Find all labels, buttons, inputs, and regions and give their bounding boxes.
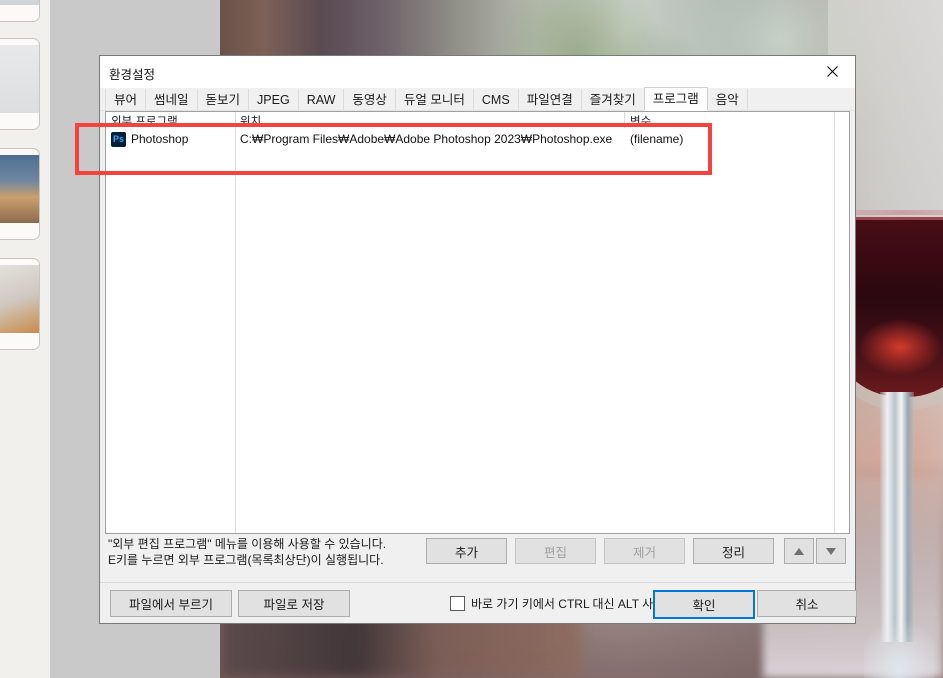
table-row[interactable]: Ps Photoshop C:₩Program Files₩Adobe₩Adob… [106,129,849,151]
load-from-file-button[interactable]: 파일에서 부르기 [110,590,232,617]
preferences-dialog: 환경설정 뷰어 썸네일 돋보기 JPEG RAW 동영상 듀얼 모니터 CMS … [99,55,857,624]
close-icon [827,66,838,77]
tab-magnifier[interactable]: 돋보기 [196,89,250,111]
save-to-file-button[interactable]: 파일로 저장 [238,590,350,617]
thumbnail-item[interactable]: ≡ [0,258,40,350]
thumbnail-image [0,45,39,113]
edit-button[interactable]: 편집 [515,538,596,564]
cell-program-path: C:₩Program Files₩Adobe₩Adobe Photoshop 2… [240,132,613,146]
alt-shortcut-checkbox[interactable] [450,596,465,611]
hint-and-actions-bar: "외부 편집 프로그램" 메뉴를 이용해 사용할 수 있습니다. E키를 누르면… [100,534,855,582]
thumbnail-item[interactable]: ≡ [0,0,40,22]
hint-line-1: "외부 편집 프로그램" 메뉴를 이용해 사용할 수 있습니다. [108,537,387,551]
grid-line [834,128,835,533]
column-separator[interactable] [624,112,625,128]
tab-dual-monitor[interactable]: 듀얼 모니터 [394,89,474,111]
cancel-button[interactable]: 취소 [757,590,857,617]
dialog-titlebar: 환경설정 [100,56,855,88]
cell-program-variable: (filename) [630,132,684,146]
cleanup-button[interactable]: 정리 [693,538,774,564]
column-header-variable[interactable]: 변수 [630,113,651,129]
cell-program-name: Photoshop [131,132,189,146]
tab-thumbnail[interactable]: 썸네일 [145,89,198,111]
tab-cms[interactable]: CMS [472,89,519,111]
thumbnail-image [0,0,39,5]
hint-line-2: E키를 누르면 외부 프로그램(목록최상단)이 실행됩니다. [108,553,384,567]
grid-line [235,128,236,533]
tab-raw[interactable]: RAW [297,89,345,111]
column-separator[interactable] [235,112,236,128]
dialog-footer: 파일에서 부르기 파일로 저장 바로 가기 키에서 CTRL 대신 ALT 사용… [100,582,857,623]
thumbnail-item[interactable]: ≡ [0,148,40,240]
photoshop-icon: Ps [111,132,126,147]
tab-favorites[interactable]: 즐겨찾기 [580,89,645,111]
column-header-program[interactable]: 외부 프로그램 [111,113,178,129]
move-down-button[interactable] [816,538,846,564]
programs-list[interactable]: 외부 프로그램 위치 변수 Ps Photoshop C:₩Program Fi… [105,111,850,534]
arrow-down-icon [826,547,836,555]
alt-shortcut-label: 바로 가기 키에서 CTRL 대신 ALT 사용 [471,597,665,611]
tab-viewer[interactable]: 뷰어 [105,89,147,111]
column-header-location[interactable]: 위치 [240,113,261,129]
add-button[interactable]: 추가 [426,538,507,564]
move-up-button[interactable] [784,538,814,564]
column-separator[interactable] [834,112,835,128]
tab-jpeg[interactable]: JPEG [248,89,299,111]
alt-shortcut-checkbox-row[interactable]: 바로 가기 키에서 CTRL 대신 ALT 사용 [450,595,664,612]
tab-programs[interactable]: 프로그램 [643,87,708,111]
remove-button[interactable]: 제거 [604,538,685,564]
tab-music[interactable]: 음악 [706,89,748,111]
thumbnail-image [0,265,39,333]
ok-button[interactable]: 확인 [653,590,755,619]
tab-strip[interactable]: 뷰어 썸네일 돋보기 JPEG RAW 동영상 듀얼 모니터 CMS 파일연결 … [100,87,855,111]
arrow-up-icon [794,547,804,555]
close-button[interactable] [810,56,855,87]
glass-base [864,600,934,678]
dialog-title: 환경설정 [109,68,156,82]
tab-file-association[interactable]: 파일연결 [517,89,582,111]
thumbnail-item[interactable]: ≡ [0,38,40,130]
thumbnail-image [0,155,39,223]
list-header: 외부 프로그램 위치 변수 [106,112,849,129]
tab-video[interactable]: 동영상 [343,89,396,111]
thumbnail-filmstrip[interactable]: ≡ ≡ ≡ ≡ [0,0,51,678]
